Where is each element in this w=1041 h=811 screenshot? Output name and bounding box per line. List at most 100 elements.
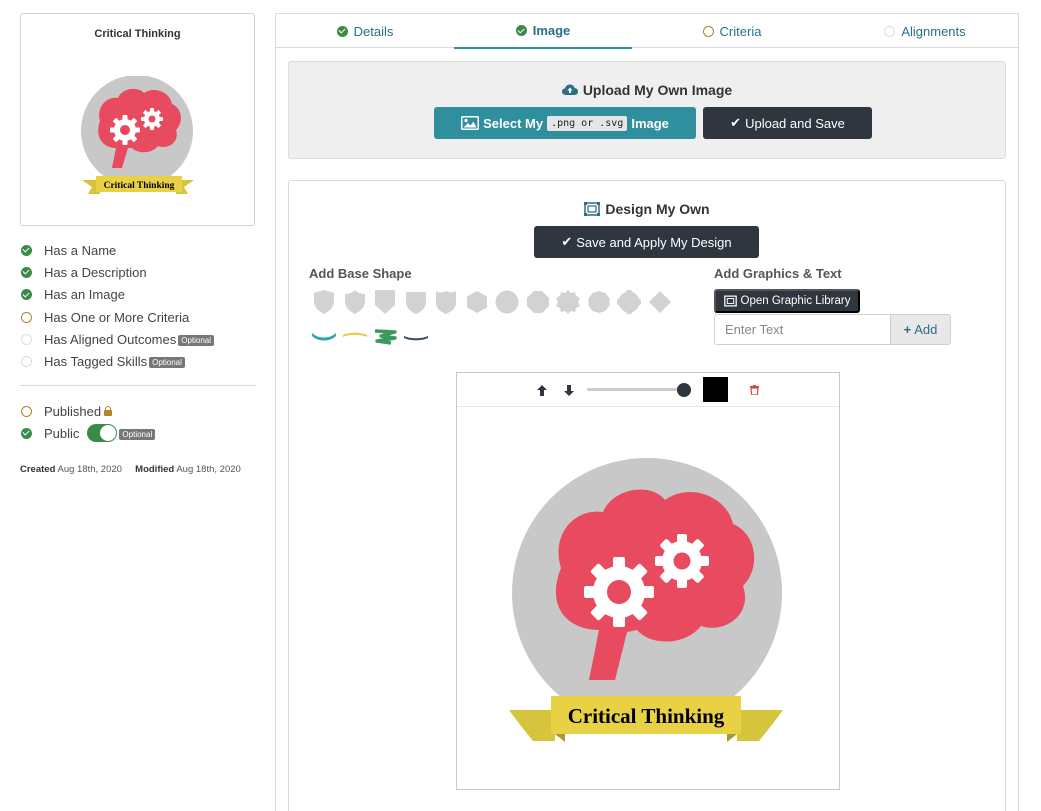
ribbon-yellow[interactable] xyxy=(340,324,371,350)
published-status: Published xyxy=(20,400,155,422)
pending-status-icon xyxy=(21,405,32,417)
done-status-icon xyxy=(21,289,32,301)
select-image-button[interactable]: Select My .png or .svg Image xyxy=(434,107,696,139)
modified-date: Aug 18th, 2020 xyxy=(176,464,241,475)
graphics-text-label: Add Graphics & Text xyxy=(714,266,842,281)
optional-badge: Optional xyxy=(149,357,185,369)
shield-shape-3[interactable] xyxy=(370,289,401,315)
empty-status-icon xyxy=(21,333,32,345)
move-up-arrow-icon[interactable] xyxy=(535,382,549,398)
tab-label: Image xyxy=(532,23,571,38)
shield-shape-4[interactable] xyxy=(401,289,432,315)
badge-preview-card: Critical Thinking Critical Thinking xyxy=(20,13,255,226)
trash-icon[interactable] xyxy=(747,383,761,397)
upload-image-section: Upload My Own Image Select My .png or .s… xyxy=(288,61,1006,159)
created-date: Aug 18th, 2020 xyxy=(57,464,122,475)
open-graphic-library-button[interactable]: Open Graphic Library xyxy=(714,289,860,313)
design-my-own-section: Design My Own ✔ Save and Apply My Design… xyxy=(288,180,1006,811)
add-text-button[interactable]: + Add xyxy=(891,314,951,345)
tab-label: Details xyxy=(353,23,394,39)
size-slider-track[interactable] xyxy=(587,388,683,391)
pending-status-icon xyxy=(702,25,714,37)
shield-shape-5[interactable] xyxy=(431,289,462,315)
ribbon-green[interactable] xyxy=(370,324,401,350)
tab-label: Alignments xyxy=(901,23,966,39)
select-prefix: Select My xyxy=(483,115,544,131)
tab-alignments[interactable]: Alignments xyxy=(832,14,1018,48)
ribbon-navy[interactable] xyxy=(401,324,432,350)
circle-shape[interactable] xyxy=(492,289,523,315)
check-icon: ✔ xyxy=(730,115,742,130)
empty-status-icon xyxy=(21,356,32,368)
design-heading: Design My Own xyxy=(289,201,1005,217)
select-suffix: Image xyxy=(631,115,669,131)
image-icon xyxy=(461,116,480,130)
octagon-shape[interactable] xyxy=(523,289,554,315)
decagon-shape[interactable] xyxy=(584,289,615,315)
upload-and-save-button[interactable]: ✔ Upload and Save xyxy=(703,107,872,139)
checklist-item-label: Has Aligned Outcomes xyxy=(44,331,177,347)
empty-status-icon xyxy=(884,25,896,37)
upload-heading-text: Upload My Own Image xyxy=(582,82,733,98)
save-and-apply-design-button[interactable]: ✔ Save and Apply My Design xyxy=(534,226,759,258)
pending-status-icon xyxy=(21,311,32,323)
format-chip: .png or .svg xyxy=(547,115,628,131)
public-status: Public Optional xyxy=(20,422,156,444)
completion-checklist: Has a Name Has a Description Has an Image H… xyxy=(20,239,256,373)
done-status-icon xyxy=(336,25,348,37)
cloud-upload-icon xyxy=(561,84,578,95)
add-label: Add xyxy=(914,322,938,337)
checklist-item-label: Has One or More Criteria xyxy=(44,309,190,325)
done-status-icon xyxy=(21,266,32,278)
shield-shape-1[interactable] xyxy=(309,289,340,315)
badge-preview-banner-text: Critical Thinking xyxy=(104,181,175,191)
checklist-item-label: Has Tagged Skills xyxy=(44,354,148,370)
done-status-icon xyxy=(21,244,32,256)
done-status-icon xyxy=(21,427,32,439)
public-toggle[interactable] xyxy=(87,424,118,442)
diamond-shape[interactable] xyxy=(645,289,676,315)
tab-details[interactable]: Details xyxy=(276,14,454,48)
base-shape-label: Add Base Shape xyxy=(309,266,412,281)
checklist-item-label: Has an Image xyxy=(44,287,125,303)
design-frame-icon xyxy=(723,295,737,307)
color-picker-swatch[interactable] xyxy=(703,377,728,402)
checklist-item: Has a Name xyxy=(20,239,256,261)
tab-criteria[interactable]: Criteria xyxy=(632,14,832,48)
sidebar-divider xyxy=(20,385,256,386)
move-down-arrow-icon[interactable] xyxy=(562,382,576,398)
public-label: Public xyxy=(44,425,80,441)
checklist-item: Has an Image xyxy=(20,284,256,306)
tab-image[interactable]: Image xyxy=(454,14,632,49)
check-icon: ✔ xyxy=(561,234,573,249)
published-label: Published xyxy=(44,403,102,419)
hexagon-shape[interactable] xyxy=(462,289,493,315)
plus-icon: + xyxy=(903,322,912,337)
optional-badge: Optional xyxy=(119,428,156,440)
shield-shape-2[interactable] xyxy=(340,289,371,315)
done-status-icon xyxy=(515,25,527,36)
badge-preview-image: Critical Thinking xyxy=(81,76,194,194)
scalloped-shape[interactable] xyxy=(614,289,645,315)
checklist-item: Has One or More Criteria xyxy=(20,306,256,328)
lock-icon xyxy=(104,406,113,416)
editor-tabs: Details Image Criteria Alignments xyxy=(276,14,1018,49)
checklist-item: Has Tagged Skills Optional xyxy=(20,350,256,372)
date-meta: Created Aug 18th, 2020 Modified Aug 18th… xyxy=(20,464,241,475)
ribbon-teal[interactable] xyxy=(309,324,340,350)
checklist-item: Has Aligned Outcomes Optional xyxy=(20,328,256,350)
size-slider-thumb[interactable] xyxy=(677,383,691,397)
design-canvas[interactable]: Critical Thinking xyxy=(456,372,840,790)
checklist-item-label: Has a Description xyxy=(44,264,147,280)
design-heading-text: Design My Own xyxy=(605,201,710,217)
tab-label: Criteria xyxy=(719,23,762,39)
checklist-item: Has a Description xyxy=(20,261,256,283)
upload-save-label: Upload and Save xyxy=(745,115,845,131)
upload-heading: Upload My Own Image xyxy=(289,82,1005,98)
publish-settings: Published Public Optional xyxy=(20,400,156,444)
badge-editor-panel: Details Image Criteria Alignments Upload… xyxy=(275,13,1019,811)
seal-shape[interactable] xyxy=(553,289,584,315)
canvas-toolbar xyxy=(457,373,839,407)
modified-label: Modified xyxy=(135,464,175,475)
badge-text-input[interactable] xyxy=(714,314,891,345)
